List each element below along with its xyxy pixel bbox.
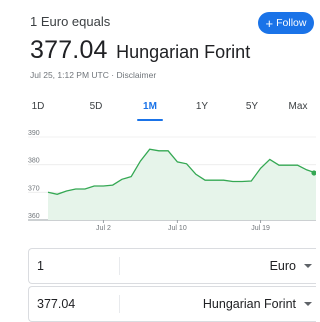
to-amount-input[interactable]: 377.04: [37, 287, 75, 321]
from-amount-input[interactable]: 1: [37, 249, 44, 283]
to-currency-select[interactable]: Hungarian Forint: [203, 287, 312, 321]
follow-label: Follow: [276, 17, 307, 29]
from-currency-label: Euro: [269, 259, 296, 273]
x-tick-label: Jul 10: [168, 225, 187, 232]
from-currency-row: 1 Euro: [28, 248, 316, 284]
follow-button[interactable]: + Follow: [258, 12, 314, 34]
range-tabs: 1D 5D 1M 1Y 5Y Max: [30, 96, 314, 120]
rate-meta: Jul 25, 1:12 PM UTC · Disclaimer: [30, 70, 156, 80]
to-currency-label: Hungarian Forint: [202, 297, 296, 311]
from-currency-select[interactable]: Euro: [270, 249, 312, 283]
disclaimer-link[interactable]: Disclaimer: [116, 70, 156, 80]
updated-timestamp: Jul 25, 1:12 PM UTC: [30, 70, 109, 80]
tab-5d[interactable]: 5D: [80, 96, 112, 118]
dropdown-caret-icon: [304, 264, 312, 268]
tab-max[interactable]: Max: [282, 96, 314, 118]
row-divider: [119, 257, 120, 275]
chart-area-fill: [48, 149, 316, 220]
tab-1d[interactable]: 1D: [22, 96, 54, 118]
dropdown-caret-icon: [304, 302, 312, 306]
plus-icon: +: [265, 15, 274, 31]
rate-headline: 377.04 Hungarian Forint: [30, 36, 250, 65]
tab-1m[interactable]: 1M: [134, 96, 166, 118]
y-tick-label: 360: [28, 213, 40, 220]
tab-1y[interactable]: 1Y: [186, 96, 218, 118]
tab-5y[interactable]: 5Y: [236, 96, 268, 118]
rate-value: 377.04: [30, 36, 108, 64]
y-tick-label: 380: [28, 158, 40, 165]
rate-subtitle: 1 Euro equals: [30, 14, 111, 29]
x-tick-label: Jul 19: [251, 225, 270, 232]
meta-separator: ·: [111, 70, 115, 80]
y-tick-label: 390: [28, 130, 40, 137]
row-divider: [119, 295, 120, 313]
to-currency-row: 377.04 Hungarian Forint: [28, 286, 316, 322]
y-tick-label: 370: [28, 185, 40, 192]
rate-chart[interactable]: 390 380 370 360 Jul 2 Jul 10 Jul 19: [0, 126, 316, 238]
target-currency-name: Hungarian Forint: [116, 42, 251, 62]
x-tick-label: Jul 2: [96, 225, 111, 232]
